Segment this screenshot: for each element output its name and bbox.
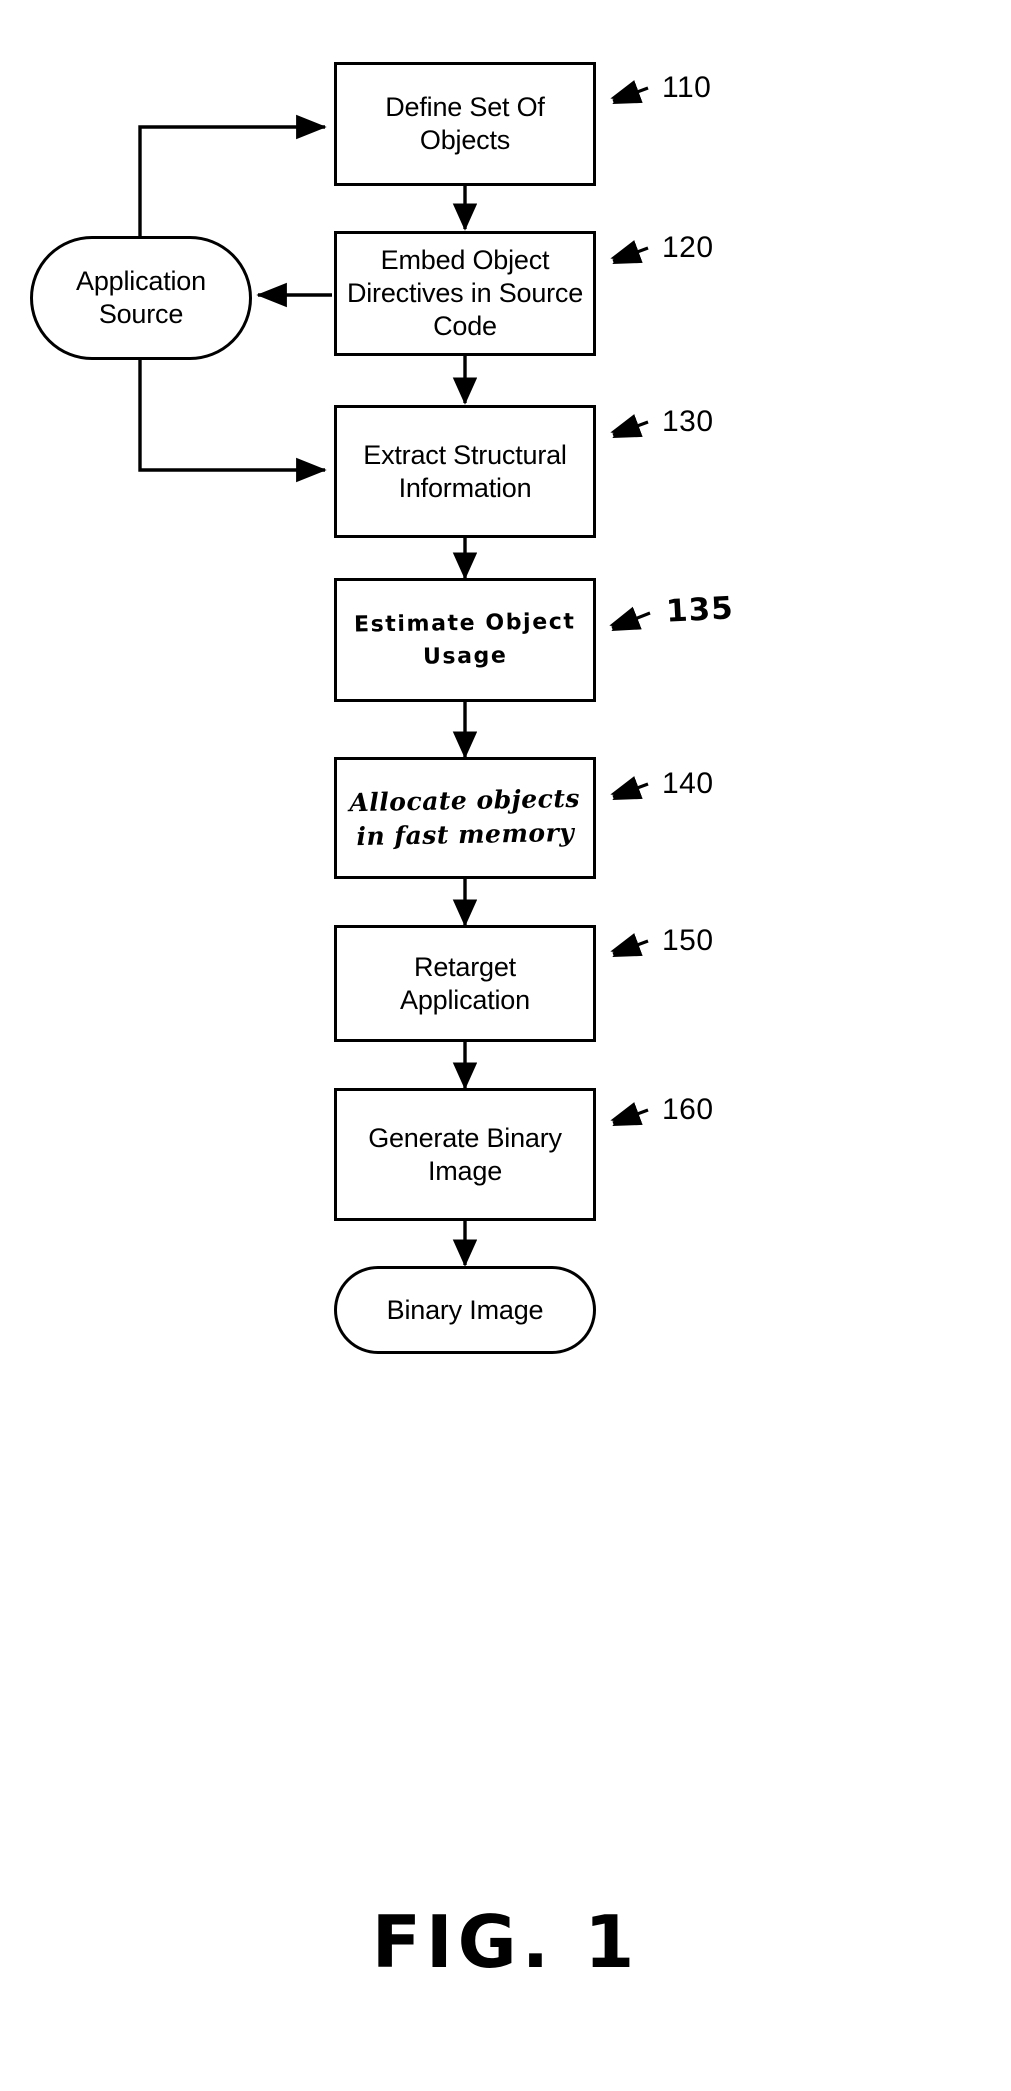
node-allocate-objects-in-fast-memory[interactable]: Allocate objects in fast memory <box>334 757 596 879</box>
ref-label-150: 150 <box>662 924 714 957</box>
leader-150 <box>610 933 649 957</box>
node-retarget-application[interactable]: Retarget Application <box>334 925 596 1042</box>
node-label-extract-structural-information: Extract Structural Information <box>363 439 567 503</box>
figure-caption: FIG. 1 <box>371 1900 640 1984</box>
node-application-source[interactable]: Application Source <box>30 236 252 360</box>
node-estimate-object-usage[interactable]: Estimate Object Usage <box>334 578 596 702</box>
ref-label-140: 140 <box>662 767 714 800</box>
ref-label-135: 135 <box>665 590 735 630</box>
node-label-embed-object-directives: Embed Object Directives in Source Code <box>346 245 584 341</box>
node-label-retarget-application: Retarget Application <box>400 951 530 1015</box>
node-label-application-source: Application Source <box>76 266 206 329</box>
node-label-allocate-objects-in-fast-memory: Allocate objects in fast memory <box>349 784 581 852</box>
node-embed-object-directives[interactable]: Embed Object Directives in Source Code <box>334 231 596 356</box>
node-label-generate-binary-image: Generate Binary Image <box>368 1122 562 1186</box>
node-generate-binary-image[interactable]: Generate Binary Image <box>334 1088 596 1221</box>
leader-140 <box>610 776 649 800</box>
ref-label-130: 130 <box>662 405 714 438</box>
edge-appsource-to-define <box>138 114 327 237</box>
node-label-binary-image: Binary Image <box>386 1294 544 1325</box>
leader-110 <box>610 80 649 104</box>
leader-160 <box>610 1102 649 1126</box>
ref-label-120: 120 <box>662 231 714 264</box>
edge-appsource-to-extract <box>138 360 327 483</box>
node-define-set-of-objects[interactable]: Define Set Of Objects <box>334 62 596 186</box>
node-label-define-set-of-objects: Define Set Of Objects <box>385 92 545 155</box>
leader-120 <box>610 240 649 264</box>
node-extract-structural-information[interactable]: Extract Structural Information <box>334 405 596 538</box>
leader-135 <box>609 606 651 631</box>
node-label-estimate-object-usage: Estimate Object Usage <box>353 609 576 670</box>
node-binary-image[interactable]: Binary Image <box>334 1266 596 1354</box>
ref-label-110: 110 <box>662 71 712 104</box>
patent-figure: Define Set Of Objects Application Source… <box>0 0 1011 2091</box>
ref-label-160: 160 <box>662 1093 714 1126</box>
leader-130 <box>610 414 649 438</box>
